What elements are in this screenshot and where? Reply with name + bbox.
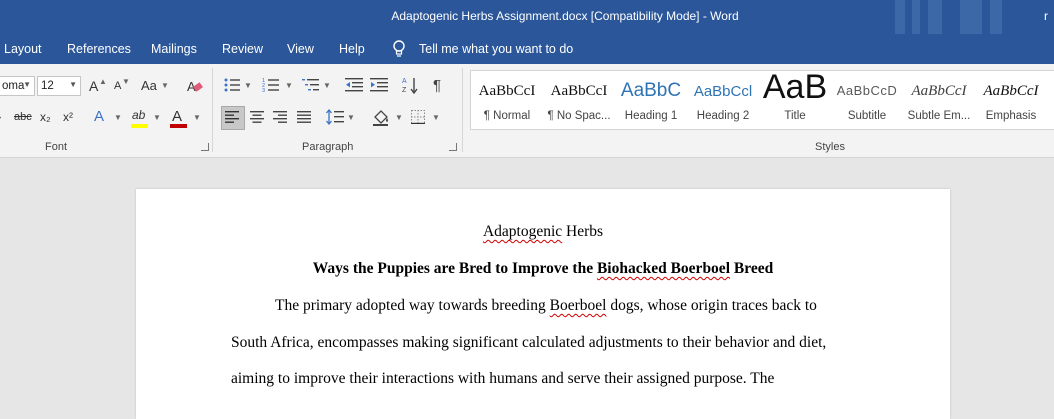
grow-caret-icon: ▲ [99, 77, 107, 86]
window-title: Adaptogenic Herbs Assignment.docx [Compa… [391, 9, 739, 23]
paragraph-line-3: aiming to improve their interactions wit… [231, 370, 775, 387]
style-heading-2[interactable]: AaBbCcl Heading 2 [687, 71, 759, 129]
paragraph-dialog-launcher[interactable] [449, 143, 457, 151]
shrink-font-button[interactable]: A [114, 80, 121, 92]
chevron-down-icon: ▼ [244, 81, 252, 90]
style-heading-1[interactable]: AaBbC Heading 1 [615, 71, 687, 129]
borders-icon[interactable] [411, 110, 425, 124]
group-divider [212, 68, 213, 152]
styles-group-label: Styles [815, 141, 845, 153]
chevron-down-icon: ▼ [161, 81, 169, 90]
font-name-dropdown[interactable]: oma ▼ [0, 76, 35, 96]
justify-icon[interactable] [297, 111, 311, 123]
paragraph-line-1: The primary adopted way towards breeding… [275, 297, 817, 314]
change-case-button[interactable]: Aa [141, 78, 157, 93]
tab-mailings[interactable]: Mailings [151, 42, 197, 56]
chevron-down-icon: ▼ [432, 113, 440, 122]
grow-font-button[interactable]: A [89, 78, 98, 94]
style-no-spacing[interactable]: AaBbCcI ¶ No Spac... [543, 71, 615, 129]
tab-review[interactable]: Review [222, 42, 263, 56]
tab-help[interactable]: Help [339, 42, 365, 56]
account-initial[interactable]: r [1044, 9, 1048, 23]
chevron-down-icon: ▼ [69, 80, 77, 89]
shrink-caret-icon: ▼ [122, 77, 130, 86]
style-subtle-emphasis[interactable]: AaBbCcI Subtle Em... [903, 71, 975, 129]
paragraph-line-2: South Africa, encompasses making signifi… [231, 334, 827, 351]
clear-formatting-icon[interactable]: A [186, 77, 204, 95]
highlight-color-bar [131, 124, 148, 128]
strikethrough-button[interactable]: abc [14, 111, 32, 123]
style-title[interactable]: AaB Title [759, 68, 831, 129]
font-dialog-launcher[interactable] [201, 143, 209, 151]
text-effects-button[interactable]: A [94, 108, 104, 125]
style-subtitle[interactable]: AaBbCcD Subtitle [831, 71, 903, 129]
title-bar: Adaptogenic Herbs Assignment.docx [Compa… [0, 0, 1054, 34]
font-color-bar [170, 124, 187, 128]
chevron-down-icon: ▼ [153, 113, 161, 122]
increase-indent-icon[interactable] [370, 77, 388, 93]
sort-icon[interactable]: A Z [402, 76, 418, 94]
font-size-dropdown[interactable]: 12 ▼ [37, 76, 81, 96]
font-color-button[interactable]: A [172, 108, 182, 125]
font-group-label: Font [45, 141, 68, 153]
group-divider [462, 68, 463, 152]
document-title: Adaptogenic Herbs [482, 223, 604, 240]
tab-view[interactable]: View [287, 42, 314, 56]
chevron-down-icon: ▼ [285, 81, 293, 90]
chevron-down-icon: ▼ [23, 80, 31, 89]
chevron-down-icon: ▼ [193, 113, 201, 122]
chevron-down-icon: ▼ [347, 113, 355, 122]
svg-text:3: 3 [262, 88, 265, 93]
multilevel-list-icon[interactable] [302, 77, 320, 93]
chevron-down-icon: ▼ [323, 81, 331, 90]
show-formatting-marks-button[interactable]: ¶ [433, 77, 441, 94]
styles-gallery: AaBbCcI ¶ Normal AaBbCcI ¶ No Spac... Aa… [470, 68, 1054, 130]
chevron-down-icon: ▼ [114, 113, 122, 122]
decrease-indent-icon[interactable] [345, 77, 363, 93]
tab-layout[interactable]: Layout [4, 42, 42, 56]
tell-me-box[interactable]: Tell me what you want to do [419, 42, 573, 56]
bullets-icon[interactable] [224, 78, 240, 92]
style-normal[interactable]: AaBbCcI ¶ Normal [471, 71, 543, 129]
document-heading: Ways the Puppies are Bred to Improve the… [312, 260, 774, 277]
align-left-icon[interactable] [225, 111, 239, 123]
lightbulb-icon [393, 40, 405, 57]
numbering-icon[interactable]: 1 2 3 [262, 77, 280, 93]
document-page[interactable]: Adaptogenic Herbs Ways the Puppies are B… [136, 189, 950, 419]
subscript-button[interactable]: x₂ [40, 110, 51, 124]
svg-text:Z: Z [402, 87, 407, 94]
paragraph-group-label: Paragraph [302, 141, 354, 153]
chevron-down-icon: ▼ [395, 113, 403, 122]
align-right-icon[interactable] [273, 111, 287, 123]
ribbon-tabs: Layout References Mailings Review View H… [0, 34, 1054, 64]
shading-icon[interactable] [372, 108, 390, 126]
svg-text:A: A [402, 78, 407, 85]
superscript-button[interactable]: x² [63, 110, 73, 124]
line-spacing-icon[interactable] [326, 109, 344, 125]
tab-references[interactable]: References [67, 42, 131, 56]
strike-prev-caret: ▾ [0, 112, 1, 126]
highlight-button[interactable]: ab [132, 108, 145, 122]
align-center-icon[interactable] [250, 111, 264, 123]
style-emphasis[interactable]: AaBbCcI Emphasis [975, 71, 1047, 129]
